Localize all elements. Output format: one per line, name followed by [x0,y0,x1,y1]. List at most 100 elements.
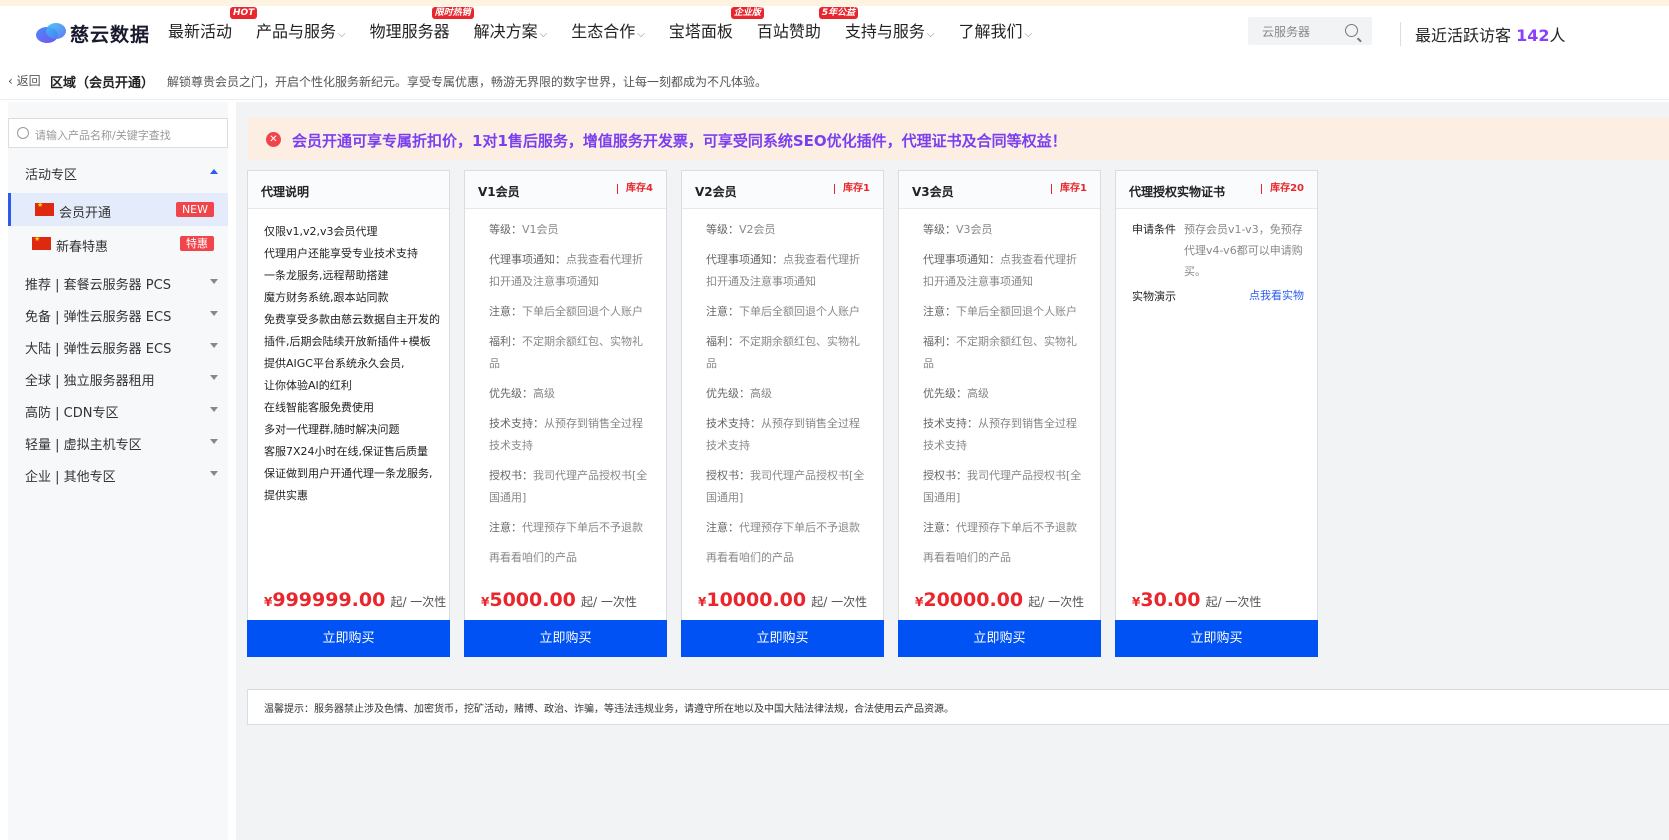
sidebar-group-0[interactable]: 推荐 | 套餐云服务器 PCS [8,266,228,298]
row-value: 代理预存下单后不予退款 [522,521,643,534]
row-key: 注意： [706,521,739,534]
buy-button[interactable]: 立即购买 [898,620,1101,657]
row-key: 授权书： [923,469,967,482]
member-row: 代理事项通知：点我查看代理折扣开通及注意事项通知 [706,249,870,293]
close-circle-icon[interactable]: ✕ [266,132,281,147]
price-unit: 起/ 一次性 [811,595,868,609]
new-tag: NEW [175,202,214,217]
price-unit: 起/ 一次性 [1028,595,1085,609]
visitors-counter: 最近活跃访客 142人 [1400,22,1566,46]
page-title: 区域（会员开通） [50,76,155,91]
price-value: 20000.00 [923,589,1024,611]
sidebar-group-label: 大陆 | 弹性云服务器 ECS [25,342,172,357]
page-desc: 解锁尊贵会员之门，开启个性化服务新纪元。享受专属优惠，畅游无界限的数字世界，让每… [167,75,768,89]
card-title: V2会员 [695,185,737,199]
sidebar-item-label: 新春特惠 [56,240,109,255]
member-details: 等级：V2会员 代理事项通知：点我查看代理折扣开通及注意事项通知 注意：下单后全额回… [706,219,870,577]
notice-text: 会员开通可享专属折扣价，1对1售后服务，增值服务开发票，可享受同系统SEO优化插… [292,132,1067,150]
price: ¥10000.00 起/ 一次性 [698,589,867,611]
row-value: 下单后全额回退个人账户 [739,305,860,318]
nav-item-7[interactable]: 支持与服务 ⌵ [845,18,935,42]
buy-button[interactable]: 立即购买 [1115,620,1318,657]
member-row: 等级：V1会员 [489,219,653,241]
member-row: 注意：下单后全额回退个人账户 [489,301,653,323]
member-row: 注意：下单后全额回退个人账户 [923,301,1087,323]
sidebar-group-4[interactable]: 高防 | CDN专区 [8,394,228,426]
buy-button[interactable]: 立即购买 [247,620,450,657]
sidebar-search-input[interactable]: 请输入产品名称/关键字查找 [8,118,228,148]
member-row: 注意：下单后全额回退个人账户 [706,301,870,323]
chevron-down-icon: ⌵ [338,29,346,40]
sidebar-group-label: 高防 | CDN专区 [25,406,119,421]
buy-button[interactable]: 立即购买 [681,620,884,657]
chevron-down-icon: ⌵ [637,29,645,40]
sidebar: 请输入产品名称/关键字查找 活动专区 会员开通 NEW 新春特惠 特惠 推荐 |… [8,102,228,840]
member-row: 福利：不定期余额红包、实物礼品 [489,331,653,375]
sidebar-item-spring-sale[interactable]: 新春特惠 特惠 [8,227,228,260]
member-row: 技术支持：从预存到销售全过程技术支持 [489,413,653,457]
member-row: 注意：代理预存下单后不予退款 [923,517,1087,539]
card-title: 代理说明 [261,185,310,199]
row-key: 等级： [706,223,739,236]
price-unit: 起/ 一次性 [581,595,637,609]
card-header: V3会员 库存1 [899,171,1100,209]
visitors-label: 最近活跃访客 [1415,26,1512,45]
member-row: 再看看咱们的产品 [706,547,870,569]
caret-down-icon [210,279,218,284]
row-value: 高级 [533,387,555,400]
caret-down-icon [210,343,218,348]
nav-item-1[interactable]: 产品与服务 ⌵ [256,18,346,42]
sidebar-group-3[interactable]: 全球 | 独立服务器租用 [8,362,228,394]
sidebar-group-6[interactable]: 企业 | 其他专区 [8,458,228,490]
nav-item-2[interactable]: 物理服务器 限时热销 [370,7,474,42]
sidebar-item-label: 会员开通 [59,206,112,221]
stock-badge: 库存1 [1051,184,1087,194]
search-icon [17,127,29,139]
buy-button[interactable]: 立即购买 [464,620,667,657]
row-key: 代理事项通知： [489,253,566,266]
nav-item-6[interactable]: 百站赞助 5年公益 [757,7,859,42]
demo-label: 实物演示 [1132,290,1176,303]
row-key: 优先级： [489,387,533,400]
card-member-v1: V1会员 库存4 等级：V1会员 代理事项通知：点我查看代理折扣开通及注意事项通知 注意… [464,170,667,657]
sidebar-group-2[interactable]: 大陆 | 弹性云服务器 ECS [8,330,228,362]
main-nav: 最新活动 HOT 产品与服务 ⌵ 物理服务器 限时热销 解决方案 ⌵ 生态合作 ⌵ 宝塔面板 企业版百… [168,7,1056,42]
row-key: 授权书： [706,469,750,482]
member-row: 福利：不定期余额红包、实物礼品 [706,331,870,375]
back-link[interactable]: ‹ 返回 [8,72,41,89]
member-row: 授权书：我司代理产品授权书[全国通用] [706,465,870,509]
logo[interactable]: 慈云数据 [36,20,150,47]
caret-down-icon [210,407,218,412]
nav-item-4[interactable]: 生态合作 ⌵ [571,18,645,42]
card-header: V1会员 库存4 [465,171,666,209]
agent-info-line: 保证做到用户开通代理一条龙服务, [264,467,433,480]
caret-down-icon [210,375,218,380]
nav-item-5[interactable]: 宝塔面板 企业版 [669,7,764,42]
agent-info-line: 魔方财务系统,跟本站同款 [264,291,389,304]
row-key: 技术支持： [706,417,761,430]
sidebar-group-1[interactable]: 免备 | 弹性云服务器 ECS [8,298,228,330]
nav-item-0[interactable]: 最新活动 HOT [168,7,258,42]
stock-badge: 库存20 [1261,184,1304,194]
row-key: 等级： [923,223,956,236]
card-title: V3会员 [912,185,954,199]
member-row: 代理事项通知：点我查看代理折扣开通及注意事项通知 [923,249,1087,293]
member-row: 技术支持：从预存到销售全过程技术支持 [923,413,1087,457]
nav-item-8[interactable]: 了解我们 ⌵ [959,18,1033,42]
row-value[interactable]: 再看看咱们的产品 [923,551,1011,564]
header-search[interactable]: 云服务器 [1248,17,1372,45]
agent-info-line: 让你体验AI的红利 [264,379,352,392]
row-value[interactable]: 再看看咱们的产品 [706,551,794,564]
member-row: 再看看咱们的产品 [489,547,653,569]
sidebar-item-member[interactable]: 会员开通 NEW [8,193,228,226]
agent-info-line: 免费享受多款由慈云数据自主开发的 [264,313,440,326]
row-value[interactable]: 再看看咱们的产品 [489,551,577,564]
sidebar-group-5[interactable]: 轻量 | 虚拟主机专区 [8,426,228,458]
nav-item-3[interactable]: 解决方案 ⌵ [474,18,548,42]
sidebar-group-activity[interactable]: 活动专区 [8,156,228,188]
search-icon[interactable] [1345,24,1358,37]
nav-label: 解决方案 [473,22,538,41]
row-key: 技术支持： [489,417,544,430]
row-key: 优先级： [923,387,967,400]
demo-link[interactable]: 点我看实物 [1184,285,1304,306]
